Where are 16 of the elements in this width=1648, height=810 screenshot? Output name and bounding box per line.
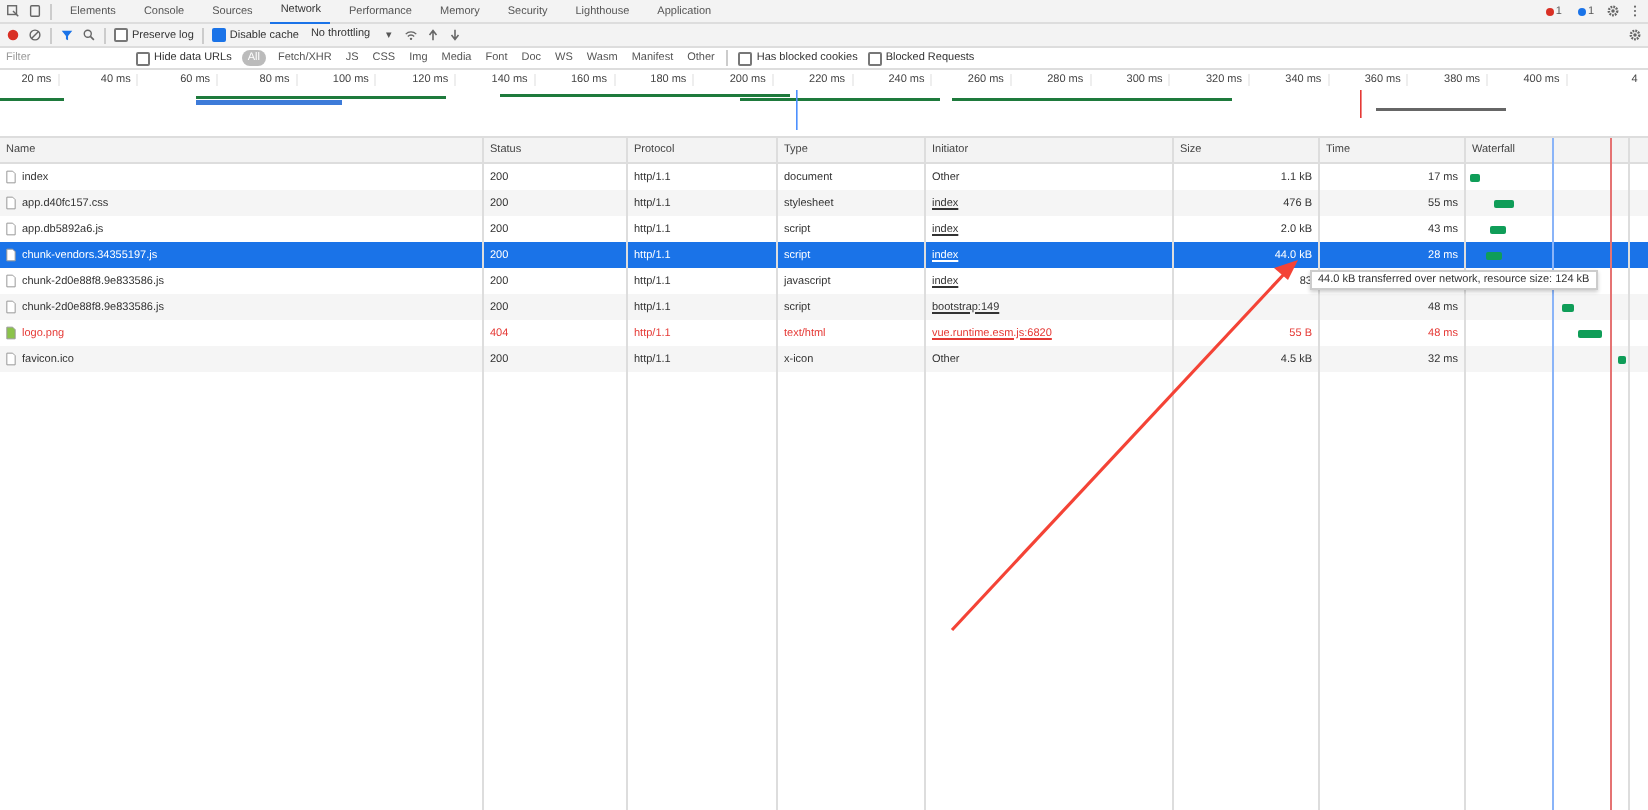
waterfall-bar: [1486, 251, 1502, 259]
clear-icon[interactable]: [28, 28, 42, 42]
waterfall-bar: [1618, 355, 1626, 363]
upload-icon[interactable]: [426, 28, 441, 42]
waterfall-bar: [1562, 303, 1574, 311]
device-icon[interactable]: [28, 4, 42, 18]
waterfall-bar: [1578, 329, 1602, 337]
waterfall-bar: [1490, 225, 1506, 233]
search-icon[interactable]: [82, 28, 96, 42]
waterfall-bar: [1470, 173, 1480, 181]
download-icon[interactable]: [448, 28, 463, 42]
waterfall-bar: [1494, 199, 1514, 207]
filter-icon[interactable]: [60, 28, 74, 42]
inspect-icon[interactable]: [6, 4, 20, 18]
wifi-icon[interactable]: [404, 28, 419, 42]
record-icon[interactable]: [6, 28, 20, 42]
